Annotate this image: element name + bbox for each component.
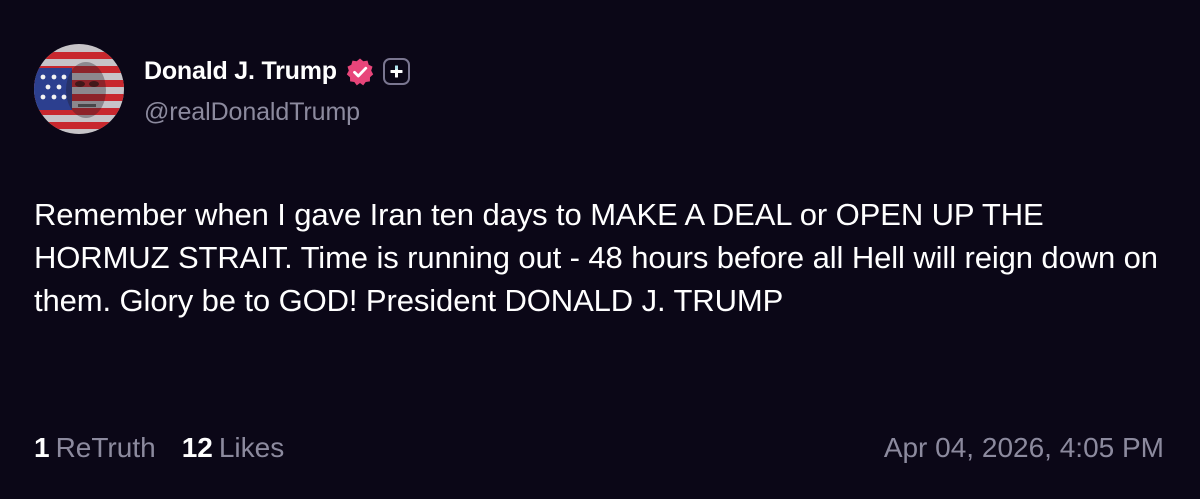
- post-footer: 1 ReTruth 12 Likes Apr 04, 2026, 4:05 PM: [34, 432, 1164, 464]
- likes-stat[interactable]: 12 Likes: [182, 432, 285, 464]
- author-identity: Donald J. Trump @realDonaldTrump: [144, 52, 410, 127]
- name-row: Donald J. Trump: [144, 52, 410, 92]
- avatar[interactable]: [34, 44, 124, 134]
- verified-badge-icon: [345, 57, 375, 87]
- post-card: Donald J. Trump @realDonaldTrump Remembe…: [0, 0, 1200, 499]
- retruths-count: 1: [34, 432, 50, 463]
- display-name[interactable]: Donald J. Trump: [144, 57, 337, 86]
- retruths-label: ReTruth: [55, 432, 156, 463]
- post-timestamp[interactable]: Apr 04, 2026, 4:05 PM: [884, 432, 1164, 464]
- retruths-stat[interactable]: 1 ReTruth: [34, 432, 156, 464]
- plus-badge-icon[interactable]: [382, 58, 410, 85]
- post-text: Remember when I gave Iran ten days to MA…: [34, 197, 1158, 318]
- flag-portrait-avatar-icon: [34, 44, 124, 134]
- post-header: Donald J. Trump @realDonaldTrump: [34, 44, 410, 134]
- author-handle[interactable]: @realDonaldTrump: [144, 98, 410, 127]
- likes-count: 12: [181, 432, 213, 463]
- post-stats: 1 ReTruth 12 Likes: [34, 432, 284, 464]
- likes-label: Likes: [218, 432, 285, 463]
